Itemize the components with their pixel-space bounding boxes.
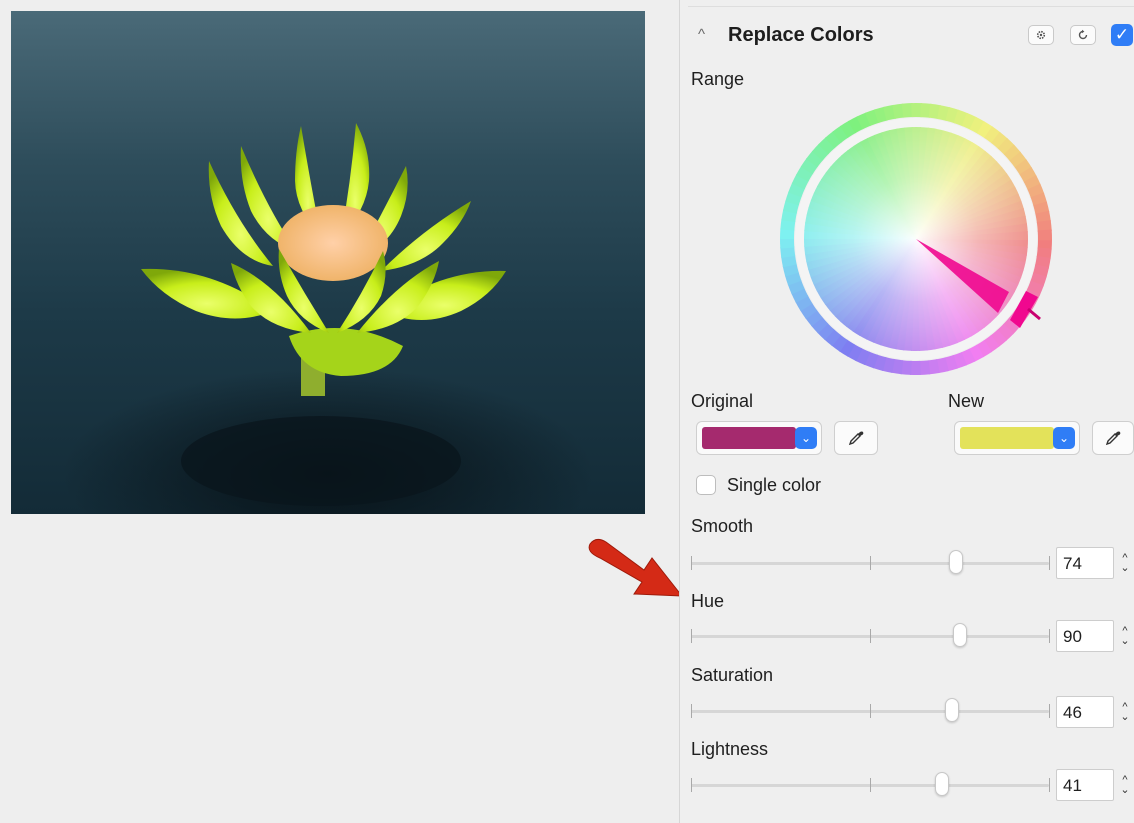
original-label: Original [691,391,754,411]
gear-icon [1036,30,1046,40]
panel-header[interactable]: ^ Replace Colors ✓ [698,22,1134,50]
original-color-swatch [702,427,796,449]
slider-tick [691,556,692,570]
stepper[interactable]: ^ ⌄ [1116,769,1134,801]
stepper[interactable]: ^ ⌄ [1116,547,1134,579]
slider-knob[interactable] [952,623,967,647]
image-preview [11,11,645,514]
slider-tick [1049,556,1050,570]
slider-label: Smooth [691,516,754,536]
chevron-down-icon[interactable]: ⌄ [1120,563,1129,574]
chevron-down-icon[interactable]: ⌄ [795,427,817,449]
stepper[interactable]: ^ ⌄ [1116,696,1134,728]
chevron-down-icon[interactable]: ⌄ [1120,712,1129,723]
original-eyedropper-button[interactable] [834,421,878,455]
divider [688,6,1134,7]
settings-button[interactable] [1028,25,1054,45]
new-eyedropper-button[interactable] [1092,421,1134,455]
range-label: Range [691,69,745,89]
slider-tick [870,704,871,718]
annotation-arrow [588,538,682,597]
slider-tick [691,778,692,792]
slider-label: Hue [691,591,725,611]
hue-value-field[interactable]: 90 [1056,620,1114,652]
slider-tick [1049,778,1050,792]
saturation-value-field[interactable]: 46 [1056,696,1114,728]
chevron-down-icon[interactable]: ⌄ [1053,427,1075,449]
panel-title: Replace Colors [728,24,874,46]
slider-tick [870,629,871,643]
slider-label: Saturation [691,665,774,685]
slider-tick [691,629,692,643]
reset-button[interactable] [1070,25,1096,45]
chevron-down-icon[interactable]: ⌄ [1120,636,1129,647]
stepper[interactable]: ^ ⌄ [1116,620,1134,652]
slider-tick [1049,629,1050,643]
slider-tick [1049,704,1050,718]
new-color-well[interactable]: ⌄ [954,421,1080,455]
new-color-swatch [960,427,1054,449]
slider-tick [870,556,871,570]
slider-knob[interactable] [948,550,963,574]
chevron-down-icon[interactable]: ⌄ [1120,785,1129,796]
slider-label: Lightness [691,739,769,759]
smooth-value-field[interactable]: 74 [1056,547,1114,579]
lightness-value-field[interactable]: 41 [1056,769,1114,801]
slider-knob[interactable] [945,698,960,722]
new-label: New [948,391,985,411]
slider-knob[interactable] [934,772,949,796]
single-color-checkbox[interactable] [696,475,716,495]
color-range-wheel[interactable] [778,101,1054,377]
reset-icon [1078,29,1088,40]
enable-checkbox[interactable]: ✓ [1111,24,1133,46]
original-color-well[interactable]: ⌄ [696,421,822,455]
slider-tick [691,704,692,718]
chevron-up-icon[interactable]: ^ [698,26,705,43]
range-handle[interactable] [1027,307,1041,321]
single-color-label: Single color [727,475,822,495]
eyedropper-icon [848,431,864,446]
eyedropper-icon [1105,431,1121,446]
slider-tick [870,778,871,792]
